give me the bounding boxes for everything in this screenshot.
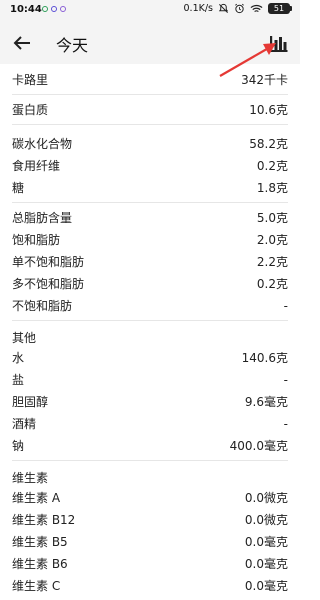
- nutrient-value: 0.0毫克: [244, 557, 288, 571]
- nutrient-row-mono-fat: 单不饱和脂肪 2.2克: [0, 252, 300, 272]
- nutrient-value: 2.0克: [256, 233, 288, 247]
- nutrient-row-total-fat: 总脂肪含量 5.0克: [0, 208, 300, 228]
- nutrient-label: 多不饱和脂肪: [12, 277, 85, 291]
- nutrient-value: 9.6毫克: [244, 395, 288, 409]
- nutrient-label: 卡路里: [12, 73, 49, 87]
- nutrient-value: 0.0微克: [244, 513, 288, 527]
- nutrient-value: 400.0毫克: [229, 439, 288, 453]
- nutrient-row-vit-b6: 维生素 B6 0.0毫克: [0, 554, 300, 574]
- nutrient-row-water: 水 140.6克: [0, 348, 300, 368]
- nutrient-row-salt: 盐 -: [0, 370, 300, 390]
- app-screen: 10:44 0.1K/s 51 今天 卡路里 342千卡 蛋白质 10.6克 碳…: [0, 0, 300, 600]
- nutrient-row-protein: 蛋白质 10.6克: [0, 100, 300, 120]
- nutrient-row-vit-b5: 维生素 B5 0.0毫克: [0, 532, 300, 552]
- notification-app-icon: [60, 6, 66, 12]
- nutrient-label: 食用纤维: [12, 159, 61, 173]
- nutrient-value: 1.8克: [256, 181, 288, 195]
- nutrient-row-unsat-fat: 不饱和脂肪 -: [0, 296, 300, 316]
- divider: [12, 320, 288, 321]
- nutrient-label: 单不饱和脂肪: [12, 255, 85, 269]
- nutrient-label: 维生素 B12: [12, 513, 76, 527]
- nutrient-value: -: [283, 299, 288, 313]
- nutrient-label: 维生素 C: [12, 579, 61, 593]
- divider: [12, 202, 288, 203]
- nutrient-row-vit-c: 维生素 C 0.0毫克: [0, 576, 300, 596]
- alarm-icon: [235, 3, 244, 14]
- divider: [12, 460, 288, 461]
- nutrient-row-sodium: 钠 400.0毫克: [0, 436, 300, 456]
- nutrient-value: 2.2克: [256, 255, 288, 269]
- section-heading: 维生素: [12, 471, 49, 485]
- battery-icon: 51: [268, 3, 292, 14]
- nutrient-value: 5.0克: [256, 211, 288, 225]
- nutrient-value: 0.0微克: [244, 491, 288, 505]
- section-heading-other: 其他: [0, 328, 300, 348]
- nutrient-label: 维生素 B5: [12, 535, 68, 549]
- status-indicators: 0.1K/s 51: [183, 3, 292, 14]
- nutrient-value: -: [283, 373, 288, 387]
- nutrient-label: 饱和脂肪: [12, 233, 61, 247]
- nutrient-label: 胆固醇: [12, 395, 49, 409]
- battery-level: 51: [268, 3, 290, 14]
- nutrient-row-vit-b12: 维生素 B12 0.0微克: [0, 510, 300, 530]
- nutrient-row-vit-a: 维生素 A 0.0微克: [0, 488, 300, 508]
- nutrient-label: 碳水化合物: [12, 137, 73, 151]
- notification-app-icon: [42, 6, 48, 12]
- nutrient-value: 10.6克: [249, 103, 288, 117]
- arrow-left-icon: [13, 36, 30, 50]
- nutrient-label: 酒精: [12, 417, 37, 431]
- nutrient-value: 342千卡: [241, 73, 288, 87]
- nutrient-row-poly-fat: 多不饱和脂肪 0.2克: [0, 274, 300, 294]
- nutrient-label: 蛋白质: [12, 103, 49, 117]
- nutrient-label: 糖: [12, 181, 25, 195]
- nutrient-label: 不饱和脂肪: [12, 299, 73, 313]
- nutrient-row-saturated-fat: 饱和脂肪 2.0克: [0, 230, 300, 250]
- bell-muted-icon: [218, 3, 229, 13]
- nutrient-label: 盐: [12, 373, 25, 387]
- nutrient-value: 0.2克: [256, 159, 288, 173]
- nutrient-row-carbs: 碳水化合物 58.2克: [0, 134, 300, 154]
- status-time: 10:44: [10, 4, 42, 15]
- page-title: 今天: [56, 36, 89, 55]
- section-heading: 其他: [12, 331, 37, 345]
- wifi-icon: [250, 4, 263, 12]
- nutrient-row-calories: 卡路里 342千卡: [0, 70, 300, 90]
- back-button[interactable]: [10, 31, 34, 55]
- divider: [12, 124, 288, 125]
- status-bar: 10:44 0.1K/s 51: [0, 0, 300, 22]
- nutrient-label: 钠: [12, 439, 25, 453]
- nutrient-value: 0.2克: [256, 277, 288, 291]
- notification-icons: [42, 6, 66, 12]
- bar-chart-icon: [269, 36, 288, 52]
- notification-app-icon: [51, 6, 57, 12]
- nutrient-label: 总脂肪含量: [12, 211, 73, 225]
- nutrient-value: 140.6克: [241, 351, 288, 365]
- nutrient-row-sugar: 糖 1.8克: [0, 178, 300, 198]
- nutrient-value: 0.0毫克: [244, 579, 288, 593]
- nutrient-label: 维生素 A: [12, 491, 61, 505]
- nutrient-row-fiber: 食用纤维 0.2克: [0, 156, 300, 176]
- nutrient-row-cholesterol: 胆固醇 9.6毫克: [0, 392, 300, 412]
- nutrient-label: 水: [12, 351, 25, 365]
- nutrient-value: 58.2克: [249, 137, 288, 151]
- divider: [12, 94, 288, 95]
- chart-button[interactable]: [266, 31, 290, 55]
- section-heading-vitamins: 维生素: [0, 468, 300, 488]
- nutrient-row-alcohol: 酒精 -: [0, 414, 300, 434]
- nutrient-value: 0.0毫克: [244, 535, 288, 549]
- app-bar: 今天: [0, 22, 300, 64]
- nutrient-label: 维生素 B6: [12, 557, 68, 571]
- network-speed: 0.1K/s: [183, 3, 214, 14]
- nutrient-value: -: [283, 417, 288, 431]
